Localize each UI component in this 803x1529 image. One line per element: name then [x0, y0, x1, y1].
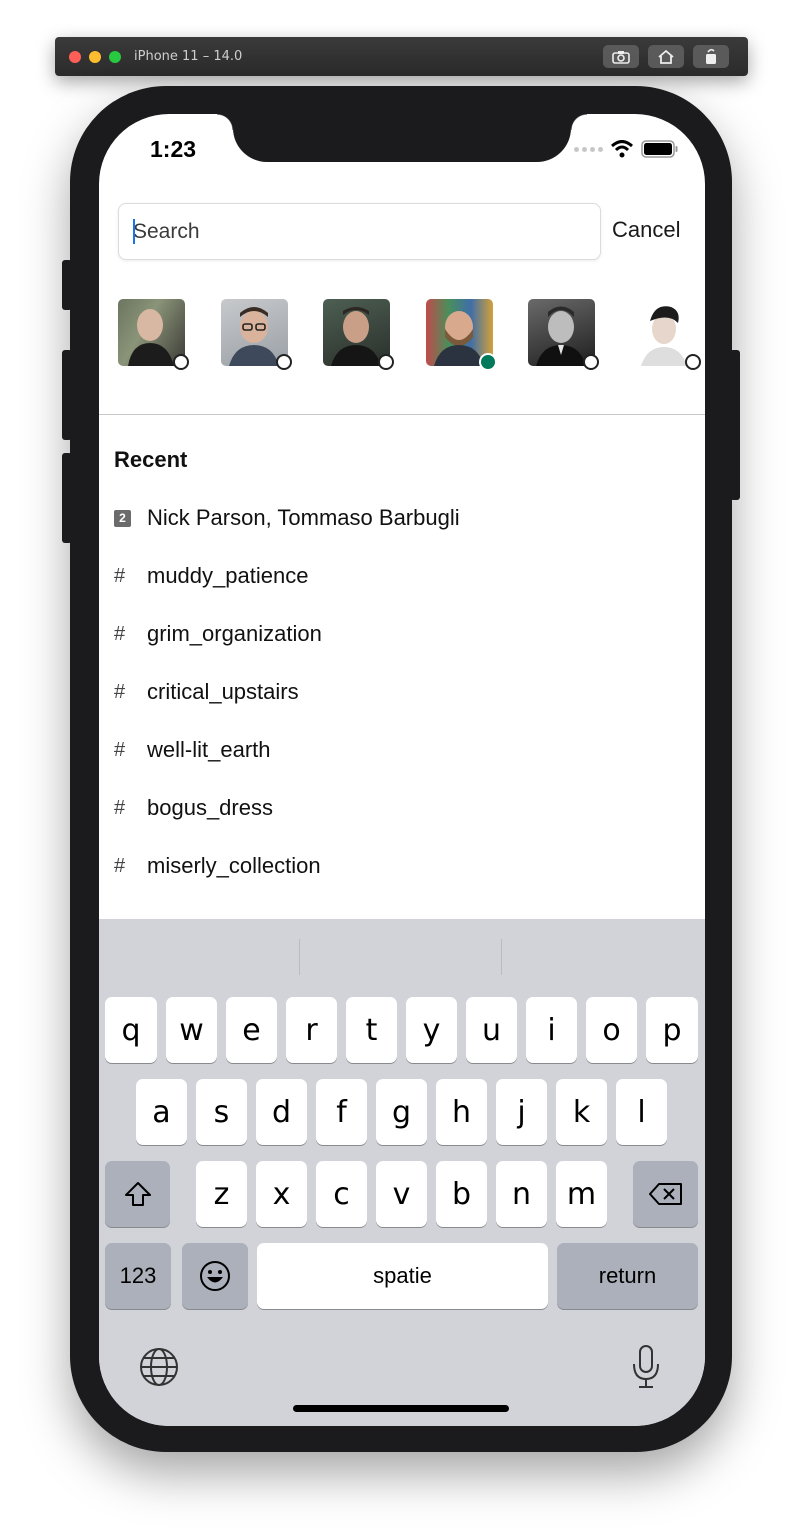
keyboard: q w e r t y u i o p a s d f g h j k l z …: [99, 919, 705, 1426]
cancel-button[interactable]: Cancel: [612, 217, 680, 243]
recent-item-label: miserly_collection: [147, 853, 321, 878]
key-n[interactable]: n: [496, 1161, 547, 1227]
key-u[interactable]: u: [466, 997, 517, 1063]
key-k[interactable]: k: [556, 1079, 607, 1145]
return-key[interactable]: return: [557, 1243, 698, 1309]
recent-item-label: well-lit_earth: [147, 737, 271, 762]
simulator-title: iPhone 11 – 14.0: [134, 49, 243, 64]
camera-icon: [612, 50, 630, 64]
key-c[interactable]: c: [316, 1161, 367, 1227]
key-s[interactable]: s: [196, 1079, 247, 1145]
key-t[interactable]: t: [346, 997, 397, 1063]
key-l[interactable]: l: [616, 1079, 667, 1145]
recent-item-channel[interactable]: # muddy_patience: [114, 556, 308, 596]
member-count-badge: 2: [114, 509, 131, 527]
key-m[interactable]: m: [556, 1161, 607, 1227]
recent-section-title: Recent: [114, 447, 188, 472]
text-caret: [133, 219, 135, 244]
online-indicator: [479, 353, 497, 371]
numbers-key[interactable]: 123: [105, 1243, 171, 1309]
recent-item-label: grim_organization: [147, 621, 322, 646]
home-indicator[interactable]: [293, 1405, 509, 1412]
microphone-icon: [633, 1345, 659, 1388]
dictation-button[interactable]: [629, 1344, 663, 1395]
key-o[interactable]: o: [586, 997, 637, 1063]
recent-item-label: critical_upstairs: [147, 679, 299, 704]
key-f[interactable]: f: [316, 1079, 367, 1145]
power-button: [730, 350, 740, 500]
recent-item-channel[interactable]: # grim_organization: [114, 614, 322, 654]
shift-key[interactable]: [105, 1161, 170, 1227]
channel-hash-icon: #: [114, 796, 126, 819]
presence-indicator: [685, 354, 701, 370]
close-window-button[interactable]: [69, 51, 81, 63]
notch: [217, 114, 587, 162]
key-h[interactable]: h: [436, 1079, 487, 1145]
key-w[interactable]: w: [166, 997, 217, 1063]
silent-switch: [62, 260, 72, 310]
recent-item-channel[interactable]: # bogus_dress: [114, 788, 273, 828]
globe-button[interactable]: [138, 1346, 180, 1393]
recent-item-label: bogus_dress: [147, 795, 273, 820]
backspace-key[interactable]: [633, 1161, 698, 1227]
presence-indicator: [276, 354, 292, 370]
key-j[interactable]: j: [496, 1079, 547, 1145]
channel-hash-icon: #: [114, 622, 126, 645]
emoji-icon: [200, 1261, 230, 1291]
recent-item-channel[interactable]: # miserly_collection: [114, 846, 321, 886]
rotate-icon: [706, 48, 716, 64]
volume-up-button: [62, 350, 72, 440]
emoji-key[interactable]: [182, 1243, 248, 1309]
search-field[interactable]: [118, 203, 601, 260]
screenshot-button[interactable]: [603, 45, 639, 68]
recent-item-channel[interactable]: # critical_upstairs: [114, 672, 299, 712]
search-input[interactable]: [133, 204, 593, 259]
key-p[interactable]: p: [646, 997, 698, 1063]
signal-icon: [574, 146, 603, 152]
key-y[interactable]: y: [406, 997, 457, 1063]
prediction-separator: [299, 939, 300, 975]
globe-icon: [140, 1348, 178, 1386]
battery-icon: [641, 140, 678, 158]
channel-hash-icon: #: [114, 738, 126, 761]
volume-down-button: [62, 453, 72, 543]
key-d[interactable]: d: [256, 1079, 307, 1145]
key-v[interactable]: v: [376, 1161, 427, 1227]
key-b[interactable]: b: [436, 1161, 487, 1227]
recent-item-dm[interactable]: 2 Nick Parson, Tommaso Barbugli: [114, 498, 460, 538]
key-z[interactable]: z: [196, 1161, 247, 1227]
status-indicators: [574, 140, 679, 158]
key-x[interactable]: x: [256, 1161, 307, 1227]
presence-indicator: [583, 354, 599, 370]
simulator-toolbar: iPhone 11 – 14.0: [55, 37, 748, 76]
wifi-icon: [610, 140, 634, 158]
recent-item-label: muddy_patience: [147, 563, 309, 588]
home-icon: [658, 49, 674, 64]
phone-screen: 1:23 Cancel: [99, 114, 705, 1426]
rotate-button[interactable]: [693, 45, 729, 68]
section-divider: [99, 414, 705, 415]
zoom-window-button[interactable]: [109, 51, 121, 63]
presence-indicator: [173, 354, 189, 370]
space-key[interactable]: spatie: [257, 1243, 548, 1309]
recent-item-label: Nick Parson, Tommaso Barbugli: [147, 505, 460, 530]
prediction-separator: [501, 939, 502, 975]
key-e[interactable]: e: [226, 997, 277, 1063]
key-q[interactable]: q: [105, 997, 157, 1063]
home-button[interactable]: [648, 45, 684, 68]
channel-hash-icon: #: [114, 680, 126, 703]
minimize-window-button[interactable]: [89, 51, 101, 63]
key-i[interactable]: i: [526, 997, 577, 1063]
shift-icon: [124, 1182, 151, 1206]
recent-item-channel[interactable]: # well-lit_earth: [114, 730, 271, 770]
presence-indicator: [378, 354, 394, 370]
channel-hash-icon: #: [114, 854, 126, 877]
status-time: 1:23: [150, 136, 197, 162]
key-a[interactable]: a: [136, 1079, 187, 1145]
key-r[interactable]: r: [286, 997, 337, 1063]
channel-hash-icon: #: [114, 564, 126, 587]
backspace-icon: [648, 1183, 682, 1205]
key-g[interactable]: g: [376, 1079, 427, 1145]
